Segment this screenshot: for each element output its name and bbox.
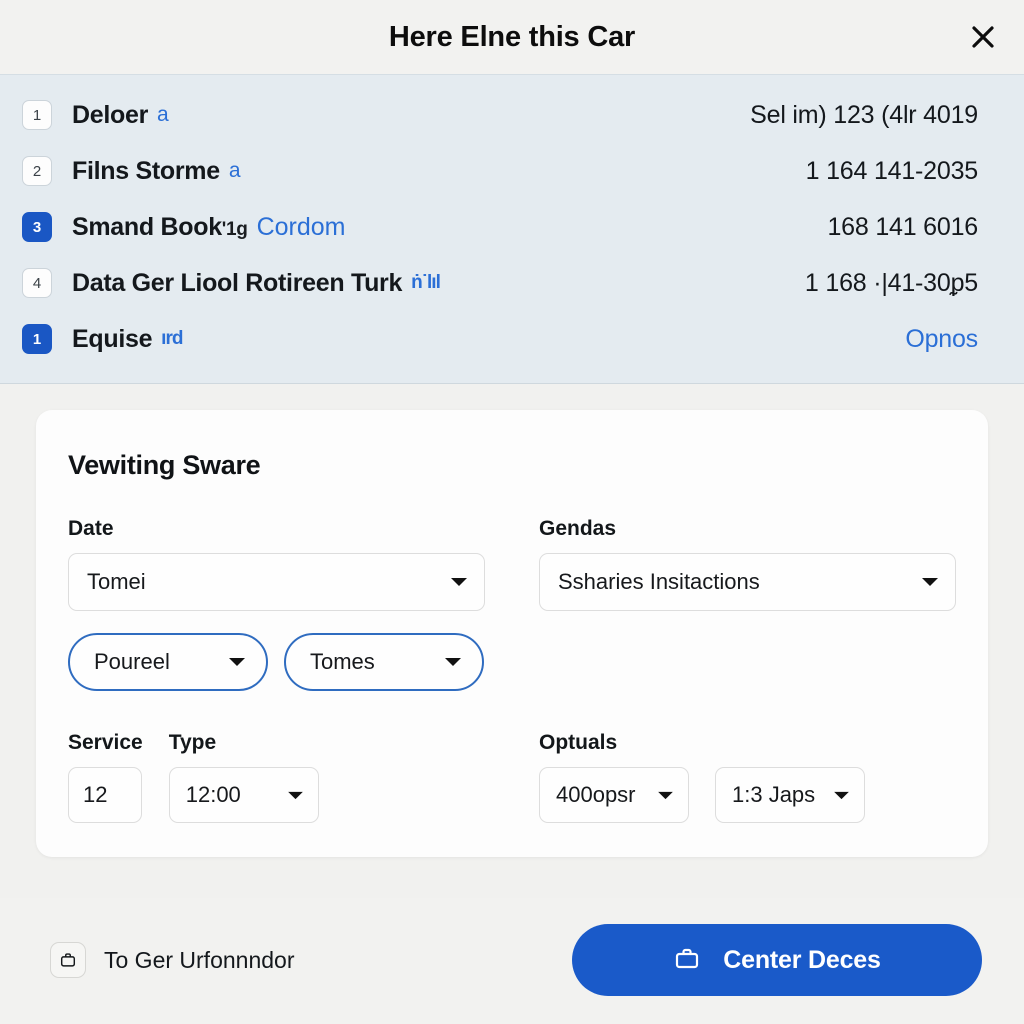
gendas-label: Gendas (539, 517, 617, 540)
dialog-header: Here Elne this Car (0, 0, 1024, 74)
type-select-value: 12:00 (185, 782, 241, 807)
form-column-right: Gendas Ssharies Insitactions (539, 517, 956, 691)
list-item-label-suffix: '1g (221, 218, 248, 240)
list-item-link[interactable]: a (157, 103, 169, 127)
pill-select-two-value: Tomes (310, 649, 375, 674)
list-item-link[interactable]: ṅ˙lıl (411, 272, 441, 294)
optuals-select-one[interactable]: 400opsr (539, 767, 689, 823)
dialog-body: Vewiting Sware Date Tomei Poureel Tomes … (0, 384, 1024, 898)
list-item-options-link[interactable]: Opnos (905, 325, 978, 354)
gendas-select[interactable]: Ssharies Insitactions (539, 553, 956, 611)
list-item-label: Smand Book'1g (72, 212, 248, 241)
dialog-footer: To Ger Urfonnndor Center Deces (0, 898, 1024, 1024)
primary-submit-label: Center Deces (723, 945, 881, 974)
list-item-value: Sel im) 123 (4lr 4019 (750, 100, 978, 129)
chevron-down-icon (210, 656, 246, 668)
service-field: Service 12 (68, 731, 143, 823)
date-label: Date (68, 517, 114, 540)
close-button[interactable] (960, 14, 1006, 60)
list-item[interactable]: 3 Smand Book'1g Cordom 168 141 6016 (0, 199, 1024, 255)
list-item-label: Deloer (72, 100, 149, 129)
chevron-down-icon (821, 790, 850, 801)
form-column-left-secondary: Service 12 Type 12:00 (68, 731, 485, 823)
list-item-label: Equise (72, 324, 153, 353)
list-item[interactable]: 1 Deloer a Sel im) 123 (4lr 4019 (0, 87, 1024, 143)
list-item-link[interactable]: a (229, 159, 241, 183)
type-label: Type (168, 731, 217, 754)
optuals-select-one-value: 400opsr (556, 782, 636, 807)
modal-dialog: Here Elne this Car 1 Deloer a Sel im) 12… (0, 0, 1024, 1024)
close-icon (970, 24, 996, 50)
list-item-badge: 3 (22, 212, 52, 242)
form-card: Vewiting Sware Date Tomei Poureel Tomes … (36, 410, 988, 857)
list-item-value: 168 141 6016 (827, 212, 978, 241)
date-select-value: Tomei (87, 569, 146, 594)
chevron-down-icon (275, 790, 304, 801)
summary-list: 1 Deloer a Sel im) 123 (4lr 4019 2 Filns… (0, 74, 1024, 384)
list-item-badge: 4 (22, 268, 52, 298)
briefcase-small-icon (50, 942, 86, 978)
list-item-link[interactable]: Cordom (257, 213, 346, 242)
secondary-action[interactable]: To Ger Urfonnndor (50, 942, 294, 978)
secondary-action-label: To Ger Urfonnndor (104, 946, 295, 973)
list-item-badge: 1 (22, 324, 52, 354)
primary-submit-button[interactable]: Center Deces (572, 924, 982, 996)
pill-select-two[interactable]: Tomes (284, 633, 484, 691)
list-item-value: 1 164 141-2035 (805, 156, 979, 185)
page-title: Here Elne this Car (388, 20, 636, 53)
form-column-left: Date Tomei Poureel Tomes (68, 517, 485, 691)
list-item-link[interactable]: ırd (161, 328, 183, 350)
list-item-label: Data Ger Liool Rotireen Turk (72, 268, 403, 297)
form-grid-secondary: Service 12 Type 12:00 Optuals 400opsr 1:… (68, 731, 956, 823)
form-grid: Date Tomei Poureel Tomes Gendas Ssharies… (68, 517, 956, 691)
service-input[interactable]: 12 (68, 767, 142, 823)
chevron-down-icon (911, 576, 939, 588)
chevron-down-icon (440, 576, 468, 588)
type-field: Type 12:00 (168, 731, 319, 823)
chevron-down-icon (426, 656, 462, 668)
chevron-down-icon (645, 790, 674, 801)
list-item[interactable]: 4 Data Ger Liool Rotireen Turk ṅ˙lıl 1 1… (0, 255, 1024, 311)
date-select[interactable]: Tomei (68, 553, 485, 611)
pill-select-one-value: Poureel (94, 649, 170, 674)
pill-select-one[interactable]: Poureel (68, 633, 268, 691)
gendas-select-value: Ssharies Insitactions (558, 569, 760, 594)
list-item-badge: 1 (22, 100, 52, 130)
card-title: Vewiting Sware (68, 450, 261, 480)
optuals-group: 400opsr 1:3 Japs (539, 767, 956, 823)
service-type-group: Service 12 Type 12:00 (68, 731, 485, 823)
briefcase-icon (673, 946, 701, 975)
pill-filter-row: Poureel Tomes (68, 633, 485, 691)
optuals-label: Optuals (539, 731, 618, 754)
list-item[interactable]: 1 Equise ırd Opnos (0, 311, 1024, 367)
list-item[interactable]: 2 Filns Storme a 1 164 141-2035 (0, 143, 1024, 199)
list-item-badge: 2 (22, 156, 52, 186)
optuals-select-two-value: 1:3 Japs (732, 782, 816, 807)
list-item-label: Filns Storme (72, 156, 220, 185)
optuals-select-two[interactable]: 1:3 Japs (715, 767, 865, 823)
type-select[interactable]: 12:00 (168, 767, 319, 823)
service-label: Service (68, 731, 143, 754)
form-column-right-secondary: Optuals 400opsr 1:3 Japs (539, 731, 956, 823)
list-item-value: 1 168 ·|41-30ᵱ5 (804, 268, 978, 297)
